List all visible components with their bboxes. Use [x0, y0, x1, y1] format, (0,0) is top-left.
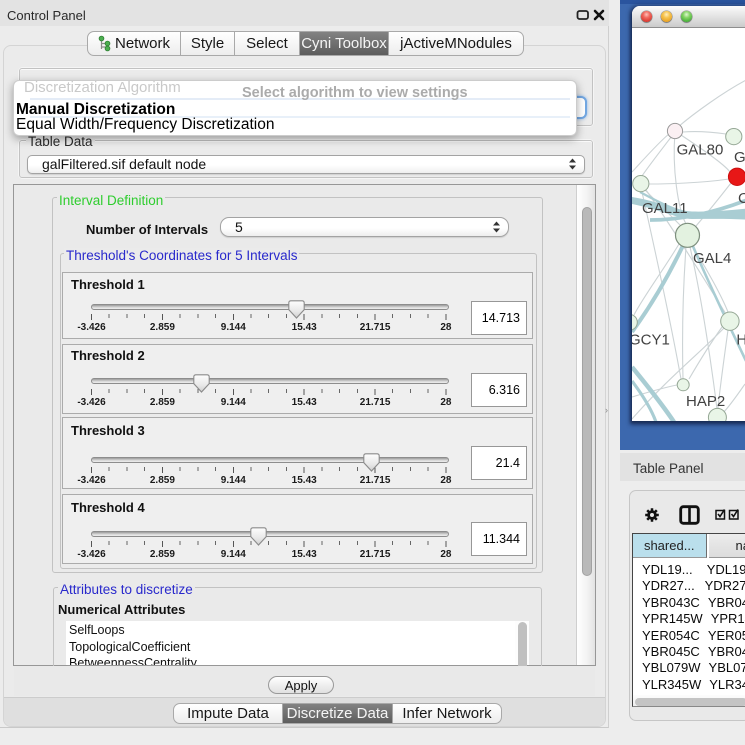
svg-text:CYC8: CYC8 — [738, 190, 745, 207]
svg-text:GCY1: GCY1 — [632, 332, 670, 349]
svg-text:HAP2: HAP2 — [686, 393, 725, 410]
svg-text:GAL3: GAL3 — [734, 149, 745, 166]
svg-text:GAL4: GAL4 — [693, 250, 731, 267]
svg-text:GAL80: GAL80 — [677, 142, 724, 159]
svg-text:HIS4: HIS4 — [736, 332, 745, 349]
svg-text:GAL11: GAL11 — [642, 200, 688, 217]
